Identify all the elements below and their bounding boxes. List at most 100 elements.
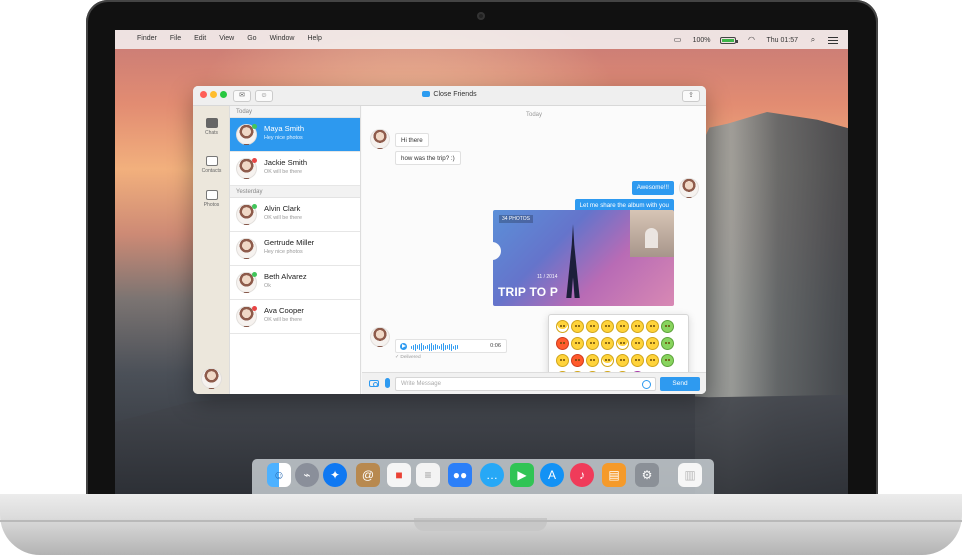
menu-edit[interactable]: Edit [194,35,206,42]
incoming-avatar [370,129,390,149]
smile-emoji-icon[interactable] [631,320,644,333]
smile-emoji-icon[interactable] [646,337,659,350]
contacts-icon [205,156,218,166]
menu-help[interactable]: Help [307,35,321,42]
airplay-icon[interactable]: ▭ [673,35,683,45]
menu-view[interactable]: View [219,35,234,42]
smile-emoji-icon[interactable] [646,354,659,367]
laptop-base-line [0,520,962,522]
smile-emoji-icon[interactable] [571,337,584,350]
smile-emoji-icon[interactable] [571,320,584,333]
music-icon[interactable]: ♪ [570,463,594,487]
rail-photos[interactable]: Photos [193,190,230,208]
contact-avatar [236,124,257,145]
contact-avatar [236,158,257,179]
audio-message[interactable]: 0:06 [395,339,507,353]
launchpad-icon[interactable]: ⌁ [295,463,319,487]
smile-emoji-icon[interactable] [616,354,629,367]
smile-emoji-icon[interactable] [601,320,614,333]
menu-go[interactable]: Go [247,35,256,42]
red-emoji-icon[interactable] [571,354,584,367]
wifi-icon[interactable]: ◠ [746,35,756,45]
chat-row-maya-smith[interactable]: Maya Smith Hey nice photos [230,118,360,152]
settings-icon[interactable]: ⚙ [635,463,659,487]
album-date: 11 / 2014 [537,274,558,280]
smile-emoji-icon[interactable] [631,354,644,367]
album-photo-count: 34 PHOTOS [499,215,533,223]
menu-finder[interactable]: Finder [137,35,157,42]
arc-de-triomphe-photo [630,210,674,257]
contact-name: Beth Alvarez [264,272,307,281]
menu-clock[interactable]: Thu 01:57 [766,37,798,44]
trash-icon[interactable]: ▥ [678,463,702,487]
ninja-emoji-icon[interactable] [661,354,674,367]
play-audio-icon[interactable] [400,343,407,350]
outgoing-message: Awesome!!! [631,181,674,195]
chat-title-icon [422,91,431,97]
microphone-icon[interactable] [385,378,390,388]
contact-avatar [236,272,257,293]
rail-chats[interactable]: Chats [193,118,230,136]
notes-icon[interactable]: ≡ [416,463,440,487]
smile-emoji-icon[interactable] [556,320,569,333]
chat-row-gertrude-miller[interactable]: Gertrude Miller Hey nice photos [230,232,360,266]
facetime-icon[interactable]: ▶ [510,463,534,487]
rail-contacts-label: Contacts [201,168,222,174]
message-preview: Hey nice photos [264,135,303,141]
emoji-icon[interactable] [642,380,651,389]
navigation-rail: Chats Contacts Photos [193,106,230,394]
spotlight-icon[interactable]: ⌕ [808,35,818,45]
chat-row-beth-alvarez[interactable]: Beth Alvarez Ok [230,266,360,300]
laugh-emoji-icon[interactable] [616,337,629,350]
smile-emoji-icon[interactable] [616,320,629,333]
message-input-placeholder: Write Message [401,381,441,387]
menu-window[interactable]: Window [270,35,295,42]
share-button[interactable]: ⇪ [682,90,700,102]
grin-emoji-icon[interactable] [601,354,614,367]
battery-icon[interactable] [720,36,739,44]
messages-icon[interactable]: … [480,463,504,487]
alien-emoji-icon[interactable] [661,320,674,333]
rail-photos-label: Photos [203,202,220,208]
smile-emoji-icon[interactable] [586,320,599,333]
delivery-status: ✓ Delivered [395,355,421,360]
people-icon[interactable]: ●● [448,463,472,487]
message-preview: Hey nice photos [264,249,303,255]
laptop-camera-icon [477,12,485,20]
smile-emoji-icon[interactable] [631,337,644,350]
outgoing-avatar [679,178,699,198]
shared-album-card[interactable]: 34 PHOTOS 11 / 2014 TRIP TO P [493,210,674,306]
menu-bar-status: ▭ 100% ◠ Thu 01:57 ⌕ [673,35,838,45]
chat-row-ava-cooper[interactable]: Ava Cooper OK will be there [230,300,360,334]
rail-chats-label: Chats [204,130,219,136]
message-preview: OK will be there [264,317,303,323]
finder-icon[interactable]: ☺ [267,463,291,487]
window-title-label: Close Friends [433,91,477,98]
notification-center-icon[interactable] [828,36,838,44]
conversation-date-label: Today [525,112,542,118]
safari-icon[interactable]: ✦ [323,463,347,487]
send-button[interactable]: Send [660,377,700,391]
smile-emoji-icon[interactable] [586,354,599,367]
user-avatar[interactable] [201,368,222,389]
app-store-icon[interactable]: A [540,463,564,487]
message-input[interactable]: Write Message [395,377,656,391]
smile-emoji-icon[interactable] [556,354,569,367]
camera-icon[interactable] [369,380,379,387]
contacts-app-icon[interactable]: @ [356,463,380,487]
chat-row-jackie-smith[interactable]: Jackie Smith OK will be there [230,152,360,186]
smile-emoji-icon[interactable] [586,337,599,350]
smile-emoji-icon[interactable] [601,337,614,350]
ibooks-icon[interactable]: ▤ [602,463,626,487]
smile-emoji-icon[interactable] [646,320,659,333]
calendar-icon[interactable]: ■ [387,463,411,487]
green-emoji-icon[interactable] [661,337,674,350]
menu-file[interactable]: File [170,35,181,42]
menu-bar: Finder File Edit View Go Window Help ▭ 1… [115,30,848,49]
chat-row-alvin-clark[interactable]: Alvin Clark OK will be there [230,198,360,232]
message-preview: OK will be there [264,215,303,221]
message-preview: Ok [264,283,271,289]
rail-contacts[interactable]: Contacts [193,156,230,174]
angry-emoji-icon[interactable] [556,337,569,350]
eiffel-tower-photo [566,224,580,298]
